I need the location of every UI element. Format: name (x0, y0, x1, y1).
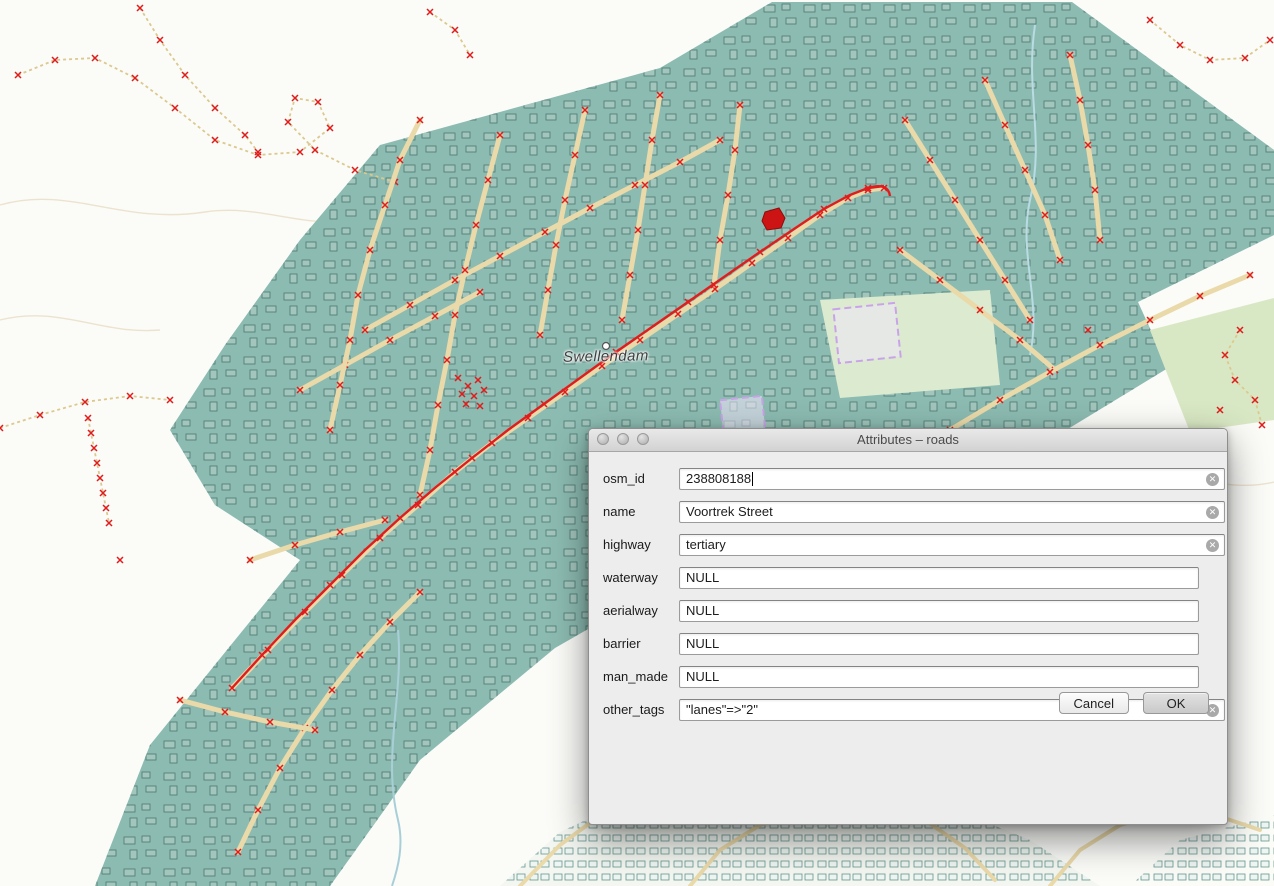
field-row-name: name Voortrek Street (589, 495, 1227, 528)
other-tags-value: "lanes"=>"2" (686, 702, 758, 717)
aerialway-input[interactable]: NULL (679, 600, 1199, 622)
field-label-waterway: waterway (603, 570, 679, 585)
field-label-barrier: barrier (603, 636, 679, 651)
dialog-titlebar[interactable]: Attributes – roads (589, 429, 1227, 452)
highway-value: tertiary (686, 537, 726, 552)
aerialway-value: NULL (686, 603, 719, 618)
ok-button[interactable]: OK (1143, 692, 1209, 714)
field-label-man-made: man_made (603, 669, 679, 684)
dialog-title: Attributes – roads (589, 429, 1227, 451)
town-label: Swellendam (563, 347, 649, 365)
field-row-highway: highway tertiary (589, 528, 1227, 561)
field-label-other-tags: other_tags (603, 702, 679, 717)
waterway-input[interactable]: NULL (679, 567, 1199, 589)
dialog-body: osm_id 238808188 name Voortrek Street hi… (589, 452, 1227, 726)
highway-input[interactable]: tertiary (679, 534, 1225, 556)
name-value: Voortrek Street (686, 504, 773, 519)
dialog-buttons: Cancel OK (1059, 692, 1209, 714)
osm-id-input[interactable]: 238808188 (679, 468, 1225, 490)
clear-icon[interactable] (1206, 473, 1219, 486)
cancel-button[interactable]: Cancel (1059, 692, 1129, 714)
barrier-input[interactable]: NULL (679, 633, 1199, 655)
man-made-input[interactable]: NULL (679, 666, 1199, 688)
qgis-map-window: Swellendam Attributes – roads osm_id 238… (0, 0, 1274, 886)
field-label-highway: highway (603, 537, 679, 552)
field-row-waterway: waterway NULL (589, 561, 1227, 594)
field-label-osm-id: osm_id (603, 471, 679, 486)
text-caret (752, 472, 753, 486)
clear-icon[interactable] (1206, 506, 1219, 519)
field-row-barrier: barrier NULL (589, 627, 1227, 660)
attributes-dialog: Attributes – roads osm_id 238808188 name… (588, 428, 1228, 825)
field-label-name: name (603, 504, 679, 519)
field-row-aerialway: aerialway NULL (589, 594, 1227, 627)
man-made-value: NULL (686, 669, 719, 684)
field-row-man-made: man_made NULL (589, 660, 1227, 693)
clear-icon[interactable] (1206, 539, 1219, 552)
name-input[interactable]: Voortrek Street (679, 501, 1225, 523)
osm-id-value: 238808188 (686, 471, 751, 486)
waterway-value: NULL (686, 570, 719, 585)
field-label-aerialway: aerialway (603, 603, 679, 618)
barrier-value: NULL (686, 636, 719, 651)
field-row-osm-id: osm_id 238808188 (589, 462, 1227, 495)
